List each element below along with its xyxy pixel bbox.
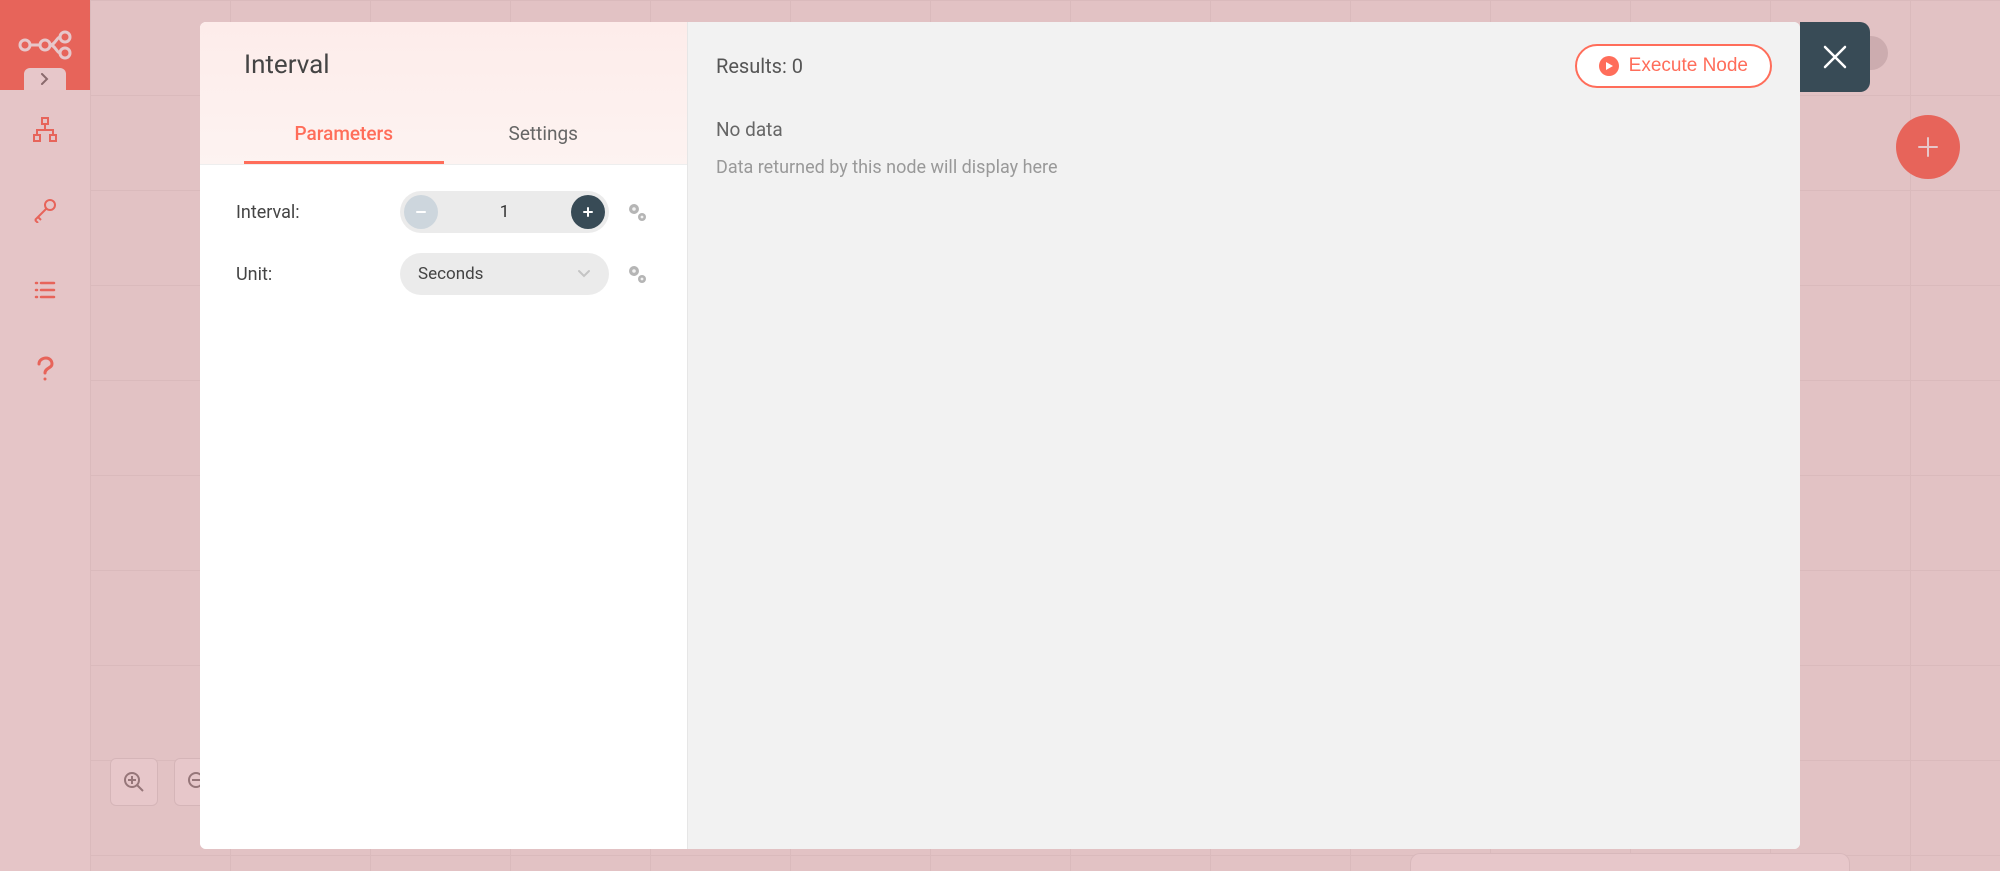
close-modal-button[interactable] (1800, 22, 1870, 92)
plus-icon (582, 206, 594, 218)
param-label-interval: Interval: (236, 202, 386, 223)
interval-number-input[interactable]: 1 (400, 191, 609, 233)
tab-parameters[interactable]: Parameters (244, 108, 444, 164)
unit-options-button[interactable] (623, 260, 651, 288)
gears-icon (626, 201, 648, 223)
param-row-interval: Interval: 1 (236, 191, 651, 233)
config-tabs: Parameters Settings (244, 108, 643, 164)
execute-node-button[interactable]: Execute Node (1575, 44, 1772, 88)
minus-icon (415, 206, 427, 218)
execute-node-label: Execute Node (1629, 55, 1748, 77)
unit-select-value: Seconds (418, 264, 483, 284)
panel-header: Interval Parameters Settings (200, 22, 687, 164)
param-row-unit: Unit: Seconds (236, 253, 651, 295)
increment-button[interactable] (571, 195, 605, 229)
param-label-unit: Unit: (236, 264, 386, 285)
parameters-body: Interval: 1 U (200, 164, 687, 341)
chevron-down-icon (577, 269, 591, 279)
node-editor-modal: Interval Parameters Settings Interval: 1 (200, 22, 1800, 849)
node-output-panel: Results: 0 Execute Node No data Data ret… (688, 22, 1800, 849)
decrement-button[interactable] (404, 195, 438, 229)
tab-settings[interactable]: Settings (444, 108, 644, 164)
no-data-title: No data (716, 118, 1772, 141)
node-config-panel: Interval Parameters Settings Interval: 1 (200, 22, 688, 849)
play-icon (1599, 56, 1619, 76)
results-header: Results: 0 Execute Node (716, 44, 1772, 88)
node-title: Interval (244, 50, 643, 80)
unit-select[interactable]: Seconds (400, 253, 609, 295)
interval-options-button[interactable] (623, 198, 651, 226)
close-icon (1820, 42, 1850, 72)
results-count: Results: 0 (716, 54, 803, 78)
gears-icon (626, 263, 648, 285)
no-data-subtitle: Data returned by this node will display … (716, 157, 1772, 178)
interval-value[interactable]: 1 (438, 202, 571, 222)
